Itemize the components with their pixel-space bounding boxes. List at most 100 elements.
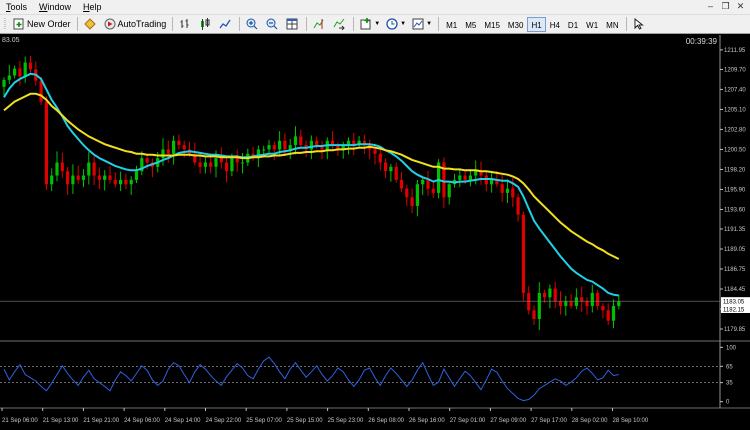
candle [447,180,451,205]
candle-body [145,158,149,163]
toolbar: New Order AutoTrading ▼ ▼ ▼ M1 M5 M15 M3… [0,14,750,34]
bar-chart-button[interactable] [177,16,195,32]
timeframe-m30[interactable]: M30 [504,17,528,32]
candle-body [384,162,388,172]
tile-windows-button[interactable] [284,16,302,32]
autotrading-button[interactable]: AutoTrading [102,16,169,32]
restore-icon[interactable]: ❐ [720,1,731,12]
candle [405,184,409,207]
time-tick-label: 25 Sep 23:00 [328,418,364,424]
candle [437,159,441,199]
timeframe-m1[interactable]: M1 [442,17,461,32]
candle-body [543,292,547,298]
chart-window[interactable]: 83.05 00:39:39 1211.95 1209.70 1207.40 1205… [0,35,750,430]
toolbar-divider [625,17,627,31]
candle-body [97,175,101,180]
time-tick-label: 21 Sep 21:00 [83,418,119,424]
new-order-button[interactable]: New Order [11,16,73,32]
templates-button[interactable]: ▼ [410,16,434,32]
indicators-icon [360,18,371,30]
candle-body [421,179,425,185]
candle-body [447,184,451,198]
candle-body [548,288,552,298]
candle [272,141,276,161]
price-tick-label: 1189.05 [724,247,746,253]
candle [55,151,59,182]
timeframe-m5[interactable]: M5 [461,17,480,32]
cursor-button[interactable] [631,16,649,32]
chart-shift-button[interactable] [311,16,329,32]
time-tick-label: 27 Sep 01:00 [450,418,486,424]
candle-body [606,310,610,321]
candlestick-button[interactable] [197,16,215,32]
autotrading-label: AutoTrading [117,19,167,29]
candle [267,139,271,154]
candle [28,55,33,73]
candle [389,163,393,182]
metaeditor-button[interactable] [82,16,100,32]
menu-window[interactable]: Window [33,0,77,14]
line-chart-button[interactable] [217,16,235,32]
candle-body [431,188,435,193]
candle-body [521,214,525,293]
price-chart[interactable]: 83.05 00:39:39 1211.95 1209.70 1207.40 1205… [0,35,750,430]
candle-body [505,188,510,193]
candle [76,165,80,184]
candle [421,176,425,196]
periods-button[interactable]: ▼ [384,16,408,32]
price-tick-label: 1209.70 [724,67,746,73]
close-icon[interactable]: ✕ [735,1,746,12]
candle-body [293,136,298,146]
zoom-out-button[interactable] [264,16,282,32]
candle-body [13,68,17,76]
candle [479,161,483,185]
candle-body [299,136,303,146]
zoom-in-button[interactable] [244,16,262,32]
price-tick-label: 1205.10 [724,107,746,113]
new-order-label: New Order [27,19,71,29]
timeframe-h1[interactable]: H1 [527,16,546,32]
candle [177,134,181,150]
indicators-button[interactable]: ▼ [358,16,382,32]
candle-body [394,166,398,180]
candle-body [405,188,409,198]
candle [537,282,541,331]
candle [516,193,520,222]
candle [2,77,6,96]
candle-body [611,305,616,321]
candle-body [564,301,568,306]
menu-help[interactable]: Help [77,0,108,14]
candle-body [230,158,234,172]
minimize-icon[interactable]: – [705,1,716,12]
candle-body [267,145,271,150]
candle [601,303,605,319]
candle-body [373,149,377,154]
autoscroll-button[interactable] [331,16,349,32]
candle-body [129,179,133,185]
candle [553,281,557,309]
candle [18,61,22,86]
menu-tools[interactable]: Tools [0,0,33,14]
candle-body [182,145,186,150]
timeframe-m15[interactable]: M15 [480,17,504,32]
candle-body [209,162,213,167]
timeframe-h4[interactable]: H4 [546,17,564,32]
toolbar-divider [438,17,440,31]
candle-body [44,101,48,185]
candle-body [81,175,86,180]
autoscroll-icon [333,18,345,30]
candle [617,294,621,310]
toolbar-divider [353,17,355,31]
profiles-button[interactable] [1,16,9,32]
candle-body [87,162,91,176]
chevron-down-icon: ▼ [426,21,433,27]
timeframe-d1[interactable]: D1 [564,17,582,32]
candle [97,167,101,190]
timeframe-w1[interactable]: W1 [582,17,602,32]
candle [596,289,600,310]
candle [71,164,75,194]
candle-body [288,145,292,150]
candle-body [272,145,276,150]
timeframe-mn[interactable]: MN [602,17,622,32]
candle [368,139,372,160]
